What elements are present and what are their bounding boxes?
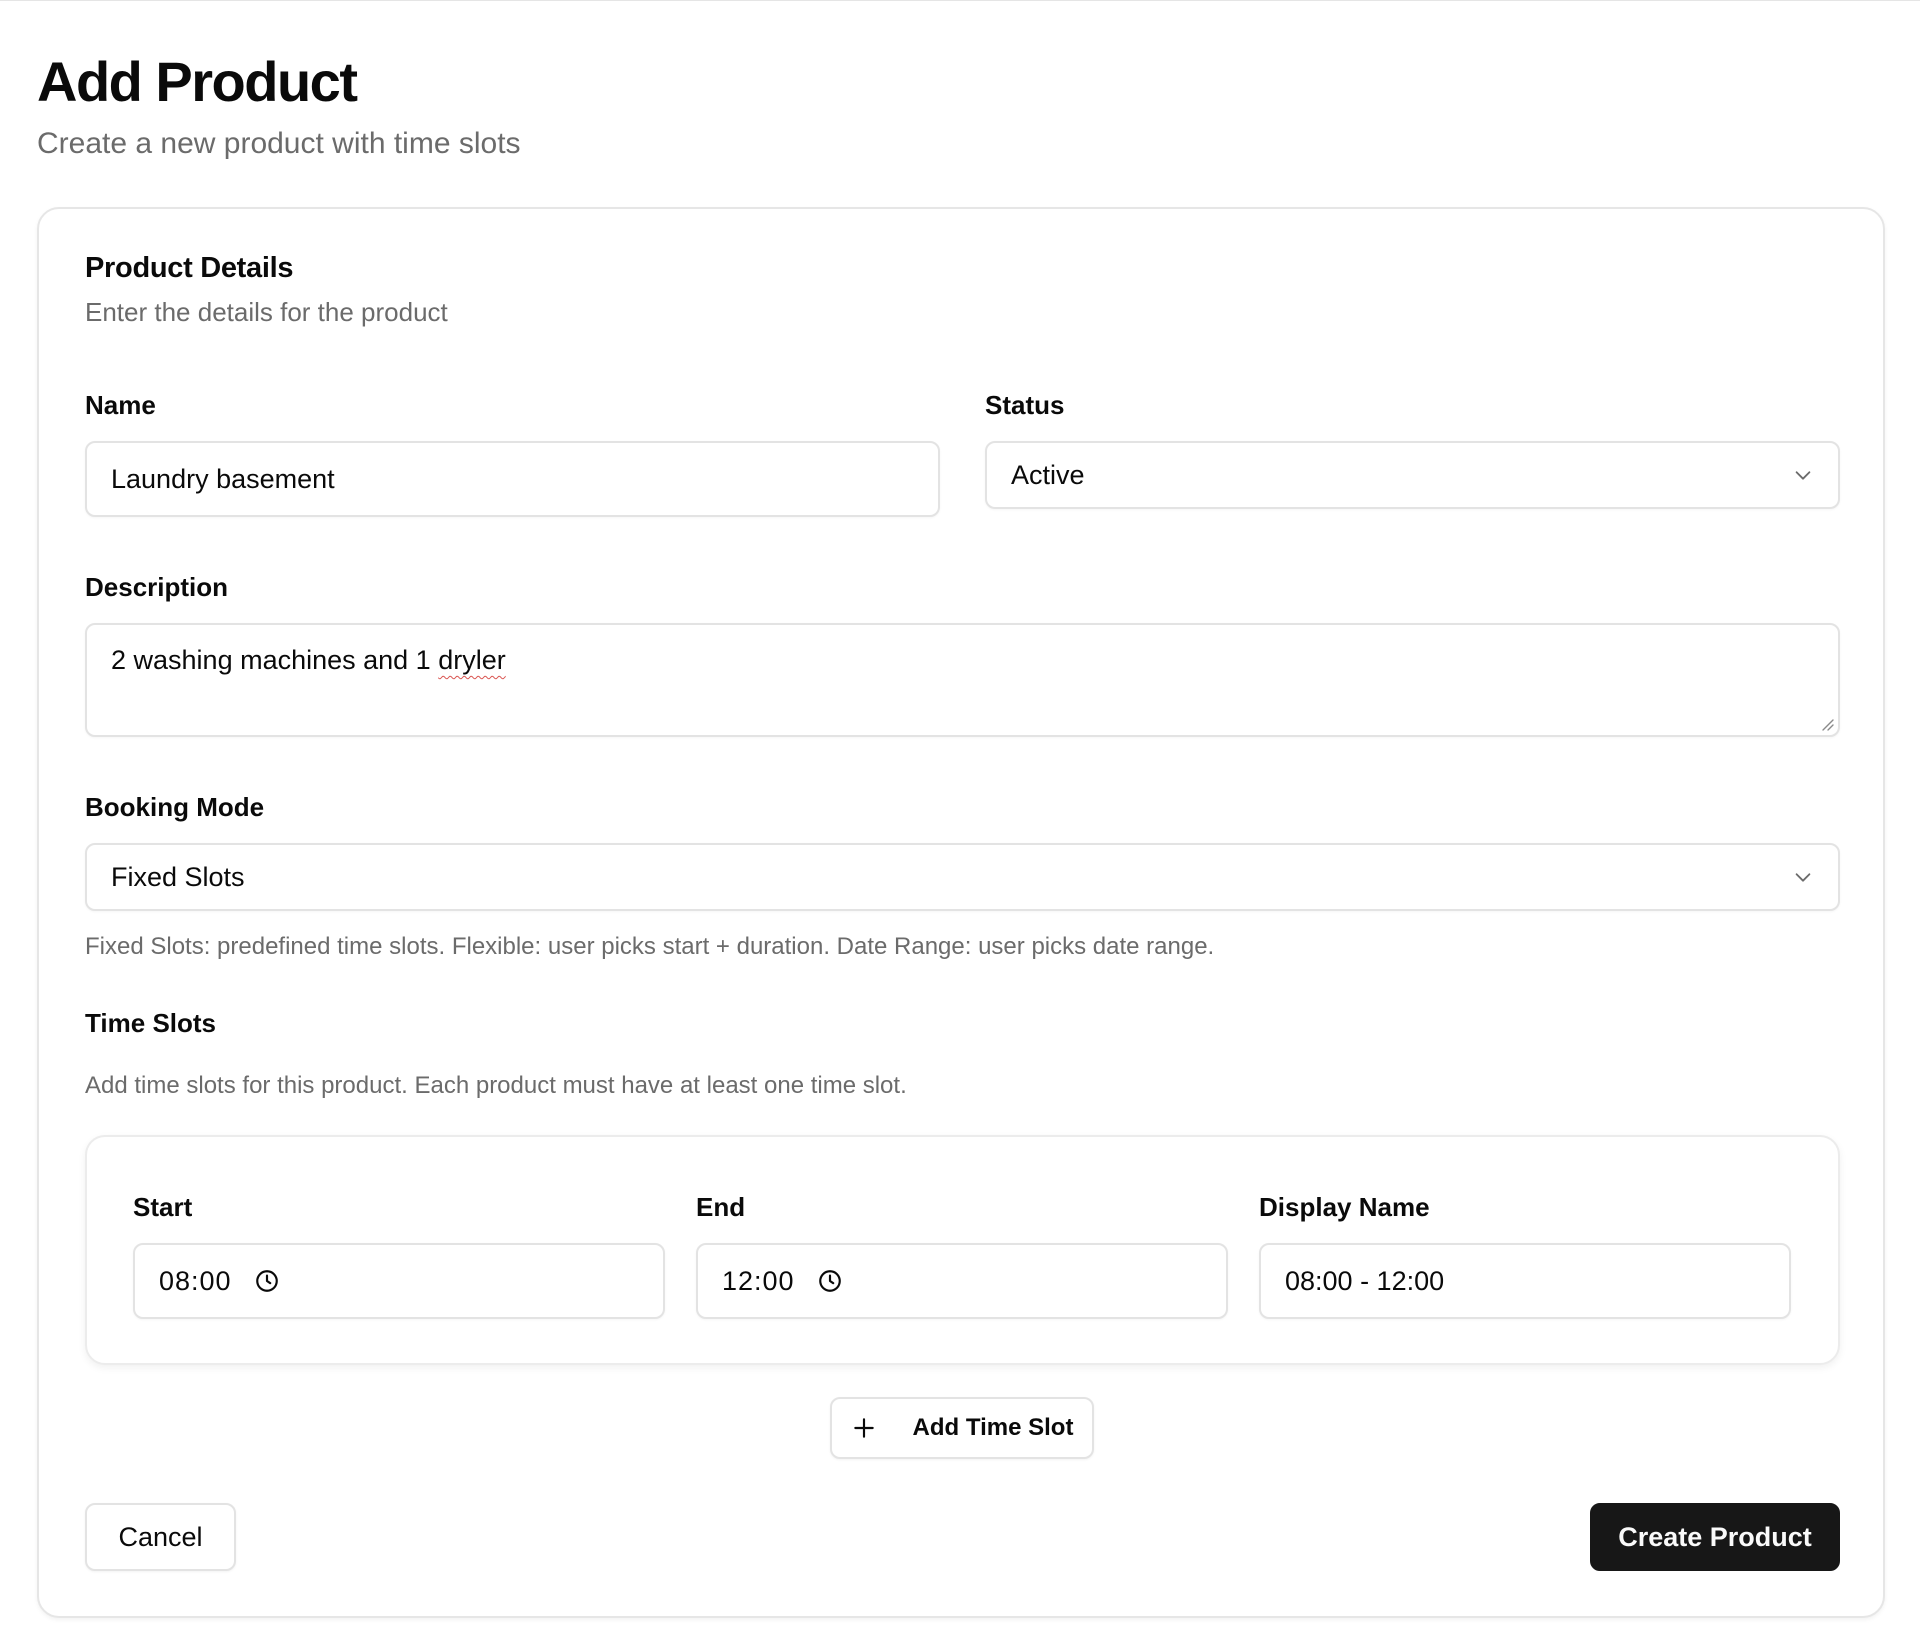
- end-time-value: 12:00: [722, 1265, 795, 1296]
- time-slots-help: Add time slots for this product. Each pr…: [85, 1072, 907, 1099]
- description-textarea[interactable]: 2 washing machines and 1 dryler: [85, 623, 1840, 737]
- start-time-value: 08:00: [159, 1265, 232, 1296]
- resize-handle-icon[interactable]: [1820, 717, 1834, 731]
- cancel-button[interactable]: Cancel: [85, 1503, 236, 1571]
- add-time-slot-button[interactable]: Add Time Slot: [830, 1397, 1094, 1459]
- end-time-input[interactable]: 12:00: [696, 1243, 1228, 1319]
- name-label: Name: [85, 390, 156, 420]
- start-time-input[interactable]: 08:00: [133, 1243, 665, 1319]
- display-name-input[interactable]: 08:00 - 12:00: [1259, 1243, 1791, 1319]
- booking-mode-value: Fixed Slots: [111, 861, 245, 892]
- status-select-value: Active: [1011, 459, 1085, 490]
- clock-icon[interactable]: [254, 1268, 280, 1294]
- chevron-down-icon: [1795, 873, 1811, 882]
- time-slot-row: Start 08:00 End 12:00 Display Name 08:00…: [85, 1135, 1840, 1365]
- plus-icon: [853, 1418, 874, 1438]
- page-title: Add Product: [37, 50, 358, 113]
- end-label: End: [696, 1192, 746, 1222]
- card-title: Product Details: [85, 252, 294, 284]
- name-input[interactable]: Laundry basement: [85, 441, 940, 517]
- card-description: Enter the details for the product: [85, 297, 448, 327]
- create-product-button[interactable]: Create Product: [1590, 1503, 1840, 1571]
- cancel-label: Cancel: [118, 1521, 203, 1552]
- display-name-value: 08:00 - 12:00: [1285, 1265, 1445, 1296]
- start-label: Start: [133, 1192, 193, 1222]
- page-subtitle: Create a new product with time slots: [37, 127, 521, 160]
- create-product-label: Create Product: [1618, 1521, 1812, 1552]
- clock-icon[interactable]: [817, 1268, 843, 1294]
- status-label: Status: [985, 390, 1065, 420]
- status-select[interactable]: Active: [985, 441, 1840, 509]
- chevron-down-icon: [1795, 471, 1811, 480]
- name-input-value: Laundry basement: [111, 463, 335, 494]
- misspelled-word: dryler: [438, 645, 506, 675]
- booking-mode-select[interactable]: Fixed Slots: [85, 843, 1840, 911]
- description-value: 2 washing machines and 1 dryler: [111, 645, 506, 675]
- page-header: Add Product Create a new product with ti…: [37, 50, 521, 162]
- booking-mode-label: Booking Mode: [85, 792, 265, 822]
- display-name-label: Display Name: [1259, 1192, 1430, 1222]
- description-label: Description: [85, 572, 229, 602]
- top-border: [0, 0, 1920, 1]
- add-time-slot-label: Add Time Slot: [912, 1414, 1074, 1441]
- time-slots-label: Time Slots: [85, 1008, 217, 1038]
- booking-mode-help: Fixed Slots: predefined time slots. Flex…: [85, 933, 1215, 960]
- product-details-card: Product Details Enter the details for th…: [37, 207, 1885, 1618]
